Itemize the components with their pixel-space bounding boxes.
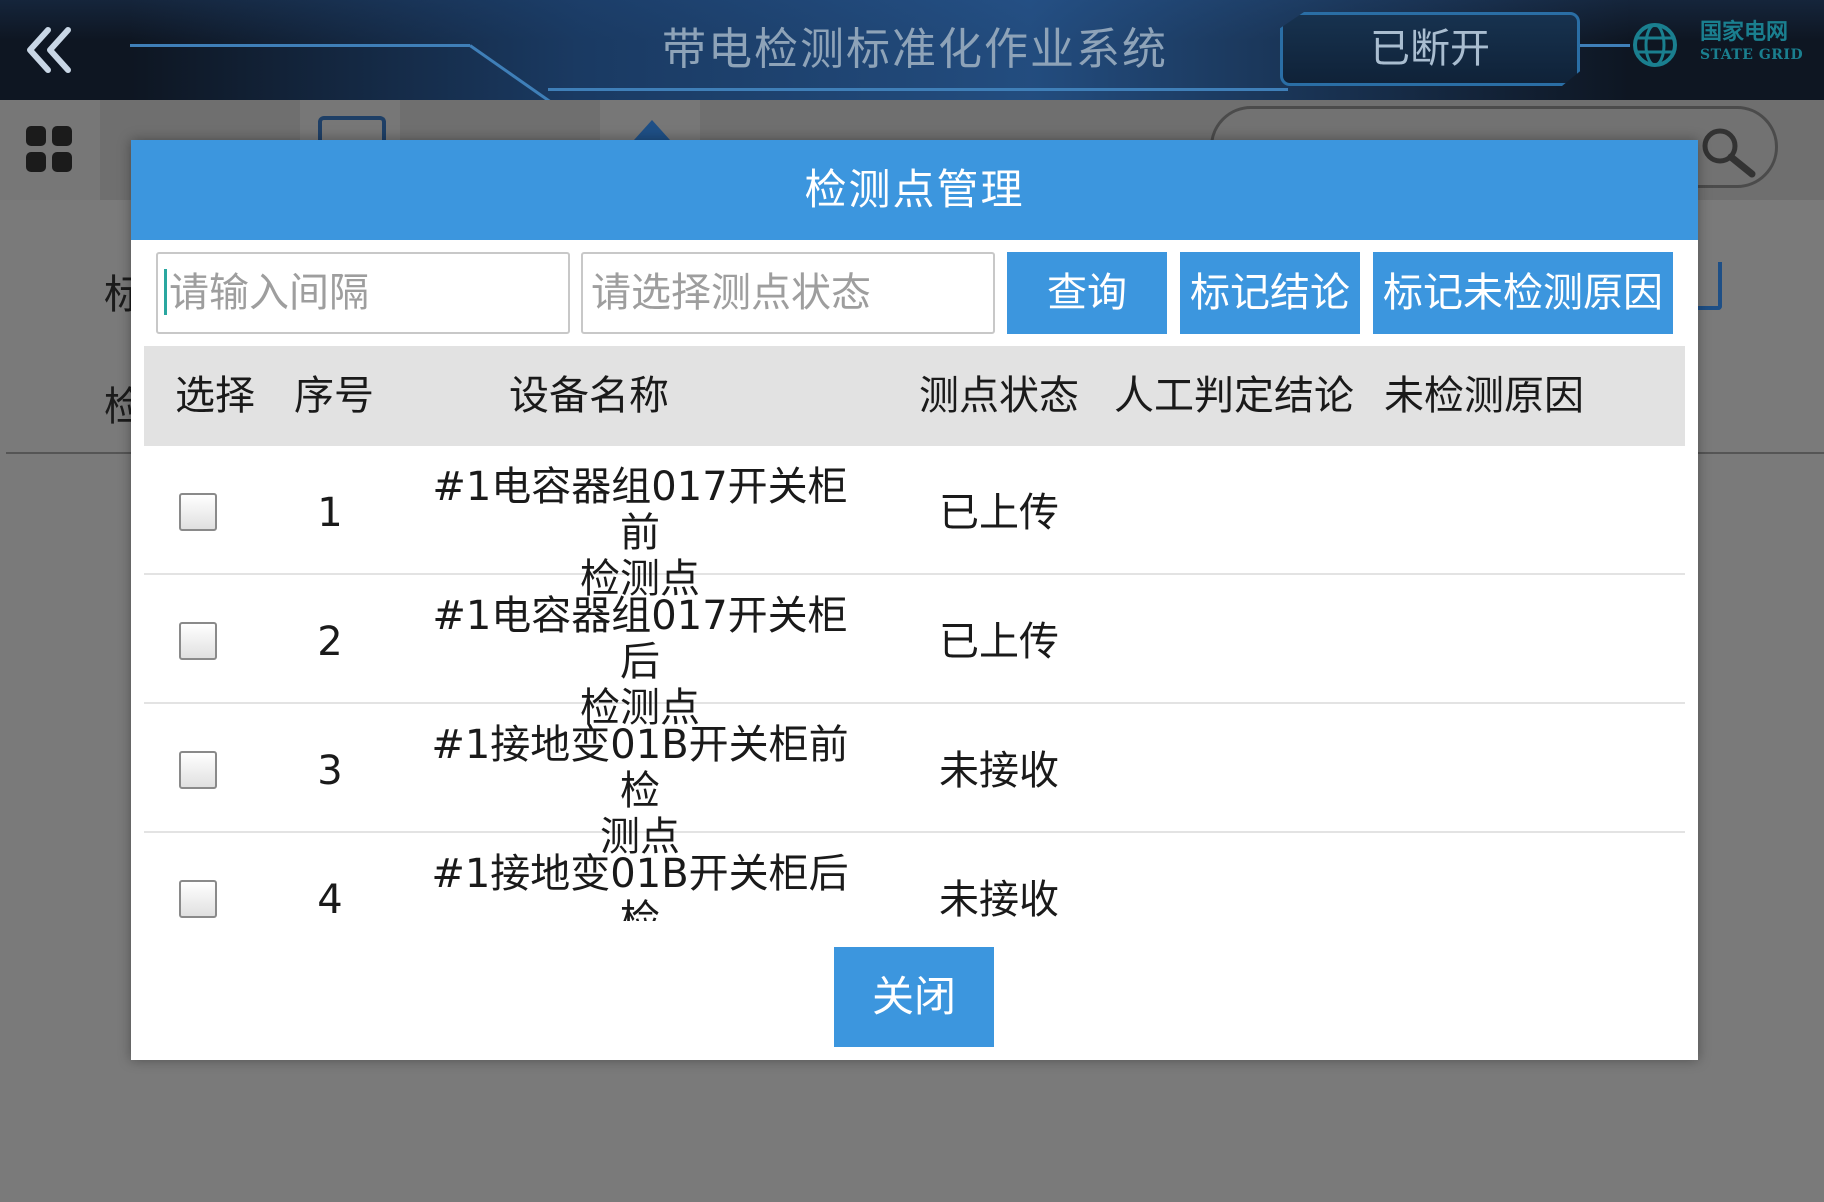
upload-arrow-icon [634,120,670,140]
row-checkbox[interactable] [179,880,217,918]
column-header-conclusion: 人工判定结论 [1114,373,1354,419]
close-button[interactable]: 关闭 [834,947,994,1047]
checkpoint-management-dialog: 检测点管理 请输入间隔 请选择测点状态 查询 标记结论 标记未检测原因 选择 序… [131,140,1698,1060]
interval-input-placeholder: 请输入间隔 [169,270,369,316]
search-icon [1702,128,1756,178]
row-number: 4 [317,877,343,921]
grid-menu-icon [26,126,74,174]
state-grid-logo: 国家电网 STATE GRID [1632,20,1812,70]
column-header-reason: 未检测原因 [1384,373,1584,419]
row-number: 2 [317,619,343,665]
text-cursor [164,269,167,315]
row-checkbox[interactable] [179,751,217,789]
column-header-point-status: 测点状态 [919,373,1079,419]
app-title: 带电检测标准化作业系统 [662,24,1168,75]
mark-conclusion-button[interactable]: 标记结论 [1180,252,1360,334]
row-number: 1 [317,490,343,536]
table-row[interactable]: 1 #1电容器组017开关柜前 检测点 已上传 [144,446,1685,602]
device-name-line-1: #1电容器组017开关柜前 [432,464,848,556]
point-status-placeholder: 请选择测点状态 [591,270,871,316]
table-row[interactable]: 2 #1电容器组017开关柜后 检测点 已上传 [144,575,1685,731]
point-status: 已上传 [939,490,1059,536]
point-status-select[interactable]: 请选择测点状态 [581,252,995,334]
column-header-device-name: 设备名称 [509,373,669,419]
globe-logo-icon [1633,23,1677,67]
back-button[interactable] [18,18,82,82]
device-name: #1接地变01B开关柜后检 测点 [424,851,856,921]
row-number: 3 [317,748,343,794]
header-line-bottom [548,88,1288,91]
query-button[interactable]: 查询 [1007,252,1167,334]
checkpoint-table-body[interactable]: 1 #1电容器组017开关柜前 检测点 已上传 2 #1电容器组017开关柜后 … [144,446,1685,921]
device-name-line-1: #1电容器组017开关柜后 [432,593,848,685]
interval-input[interactable]: 请输入间隔 [156,252,570,334]
header-line-right [1580,44,1630,47]
device-name-line-1: #1接地变01B开关柜前检 [431,722,849,814]
app-header: 带电检测标准化作业系统 已断开 国家电网 STATE GRID [0,0,1824,100]
logo-text-en: STATE GRID [1700,47,1804,63]
table-row[interactable]: 4 #1接地变01B开关柜后检 测点 未接收 [144,833,1685,921]
point-status: 已上传 [939,619,1059,665]
point-status: 未接收 [939,748,1059,794]
table-header: 选择 序号 设备名称 测点状态 人工判定结论 未检测原因 [144,346,1685,446]
column-header-select: 选择 [175,373,255,419]
connection-status-button[interactable]: 已断开 [1280,12,1580,86]
point-status: 未接收 [939,877,1059,921]
double-chevron-left-icon [27,27,71,73]
table-row[interactable]: 3 #1接地变01B开关柜前检 测点 未接收 [144,704,1685,860]
device-name-line-1: #1接地变01B开关柜后检 [431,851,849,921]
logo-text-cn: 国家电网 [1700,20,1789,45]
row-checkbox[interactable] [179,493,217,531]
column-header-no: 序号 [294,373,374,419]
row-checkbox[interactable] [179,622,217,660]
header-line-left [130,44,470,47]
mark-reason-button[interactable]: 标记未检测原因 [1373,252,1673,334]
dialog-title: 检测点管理 [131,140,1698,240]
